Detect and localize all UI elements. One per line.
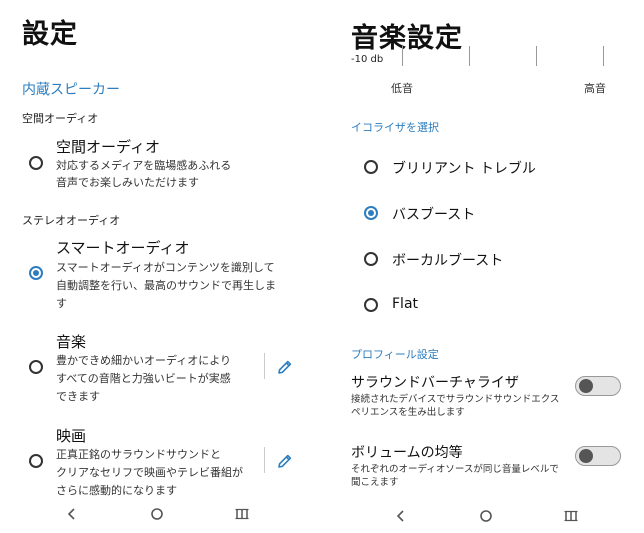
smart-audio-desc-1: スマートオーディオがコンテンツを識別して xyxy=(56,261,275,274)
page-title: 設定 xyxy=(22,19,78,50)
eq-radio[interactable] xyxy=(364,298,378,312)
spatial-audio-title: 空間オーディオ xyxy=(56,138,160,156)
stereo-audio-group-label: ステレオオーディオ xyxy=(22,214,121,227)
smart-audio-title: スマートオーディオ xyxy=(56,239,190,257)
eq-option-label: Flat xyxy=(392,296,419,312)
recents-icon[interactable] xyxy=(562,507,580,525)
surround-virtualizer-desc-1: 接続されたデバイスでサラウンドサウンドエクス xyxy=(351,394,560,405)
music-desc-2: すべての音階と力強いビートが実感 xyxy=(56,372,231,385)
pencil-icon[interactable] xyxy=(277,359,293,375)
spatial-audio-desc-2: 音声でお楽しみいただけます xyxy=(56,176,199,189)
eq-radio[interactable] xyxy=(364,252,378,266)
movie-title: 映画 xyxy=(56,427,87,445)
smart-audio-desc-2: 自動調整を行い、最高のサウンドで再生しま xyxy=(56,279,276,292)
volume-equalization-toggle[interactable] xyxy=(575,446,621,466)
eq-option-vocal-boost[interactable]: ボーカルブースト xyxy=(326,244,644,274)
db-scale-label: -10 db xyxy=(351,54,384,65)
movie-desc-3: さらに感動的になります xyxy=(56,484,177,497)
eq-band-line xyxy=(402,46,403,66)
toggle-knob xyxy=(579,379,593,393)
eq-radio[interactable] xyxy=(364,160,378,174)
profile-section-label: プロフィール設定 xyxy=(351,348,439,361)
eq-option-label: バスブースト xyxy=(392,207,476,223)
volume-equalization-desc-1: それぞれのオーディオソースが同じ音量レベルで xyxy=(351,464,559,475)
navigation-bar xyxy=(0,499,318,529)
music-title: 音楽 xyxy=(56,333,87,351)
movie-desc-1: 正真正銘のサラウンドサウンドと xyxy=(56,448,221,461)
movie-radio[interactable] xyxy=(29,454,43,468)
spatial-audio-desc-1: 対応するメディアを臨場感あふれる xyxy=(56,159,232,172)
eq-option-label: ボーカルブースト xyxy=(392,253,504,269)
eq-option-flat[interactable]: Flat xyxy=(326,290,644,320)
music-desc-1: 豊かできめ細かいオーディオにより xyxy=(56,354,232,367)
home-circle-icon[interactable] xyxy=(148,505,166,523)
spatial-audio-group-label: 空間オーディオ xyxy=(22,112,99,125)
eq-band-line xyxy=(603,46,604,66)
back-chevron-icon[interactable] xyxy=(392,507,410,525)
low-frequency-label: 低音 xyxy=(391,82,413,95)
sound-settings-screen: 設定 内蔵スピーカー 空間オーディオ 空間オーディオ 対応するメディアを臨場感あ… xyxy=(0,0,318,533)
smart-audio-desc-3: す xyxy=(56,297,67,310)
movie-desc-2: クリアなセリフで映画やテレビ番組が xyxy=(56,466,243,479)
music-settings-screen: 音楽設定 -10 db 低音 高音 イコライザを選択 ブリリアント トレブル バ… xyxy=(326,0,644,533)
eq-band-line xyxy=(536,46,537,66)
home-circle-icon[interactable] xyxy=(477,507,495,525)
surround-virtualizer-desc-2: ペリエンスを生み出します xyxy=(351,407,465,418)
back-chevron-icon[interactable] xyxy=(63,505,81,523)
pencil-icon[interactable] xyxy=(277,453,293,469)
volume-equalization-title: ボリュームの均等 xyxy=(351,445,463,461)
built-in-speaker-link[interactable]: 内蔵スピーカー xyxy=(22,79,120,99)
surround-virtualizer-toggle[interactable] xyxy=(575,376,621,396)
music-divider xyxy=(264,353,265,379)
spatial-audio-radio[interactable] xyxy=(29,156,43,170)
eq-band-line xyxy=(469,46,470,66)
eq-option-bass-boost[interactable]: バスブースト xyxy=(326,198,644,228)
music-desc-3: できます xyxy=(56,390,100,403)
volume-equalization-desc-2: 聞こえます xyxy=(351,477,399,488)
equalizer-section-label: イコライザを選択 xyxy=(351,121,439,134)
toggle-knob xyxy=(579,449,593,463)
smart-audio-radio[interactable] xyxy=(29,266,43,280)
eq-option-label: ブリリアント トレブル xyxy=(392,161,536,177)
page-title: 音楽設定 xyxy=(351,23,463,54)
navigation-bar xyxy=(326,501,644,531)
movie-divider xyxy=(264,447,265,473)
high-frequency-label: 高音 xyxy=(584,82,606,95)
eq-radio[interactable] xyxy=(364,206,378,220)
surround-virtualizer-title: サラウンドバーチャライザ xyxy=(351,375,519,391)
recents-icon[interactable] xyxy=(233,505,251,523)
eq-option-brilliant-treble[interactable]: ブリリアント トレブル xyxy=(326,152,644,182)
music-radio[interactable] xyxy=(29,360,43,374)
